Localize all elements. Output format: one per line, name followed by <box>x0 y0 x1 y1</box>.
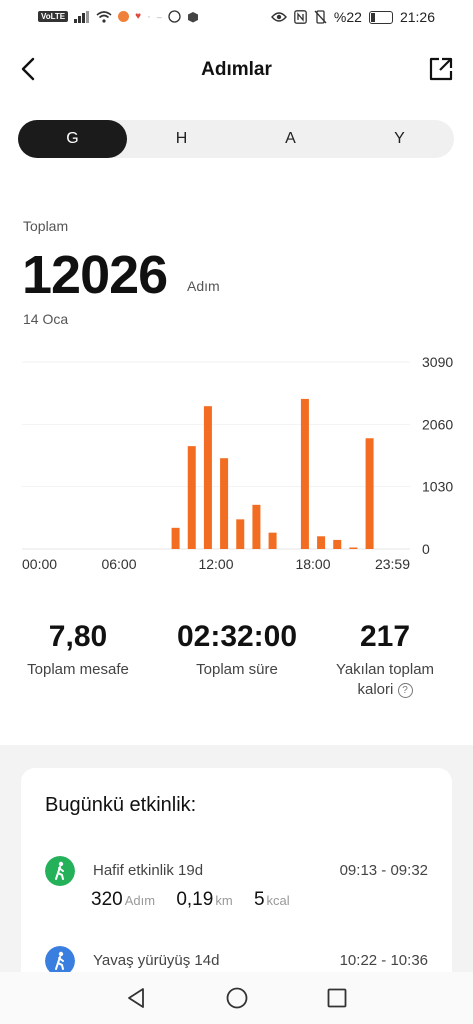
x-tick-label: 23:59 <box>375 556 410 572</box>
distance-label: Toplam mesafe <box>27 661 129 678</box>
total-steps-unit: Adım <box>187 278 220 294</box>
activity-time: 10:22 - 10:36 <box>339 952 428 969</box>
activity-title: Bugünkü etkinlik: <box>45 794 197 816</box>
total-steps-value: 12026 <box>22 245 168 305</box>
steps-bar-chart[interactable]: 3090 2060 1030 0 00:00 06:00 12:00 18:00 23:59 <box>0 340 473 590</box>
battery-icon <box>368 10 393 24</box>
activity-name: Hafif etkinlik 19d <box>93 862 204 879</box>
nav-recents-icon[interactable] <box>325 986 349 1010</box>
whatsapp-icon <box>168 10 181 23</box>
chart-bar <box>236 519 245 549</box>
activity-item[interactable]: Hafif etkinlik 19d 09:13 - 09:32 320 Adım… <box>21 856 452 926</box>
tab-year[interactable]: Y <box>345 120 454 158</box>
x-tick-label: 06:00 <box>101 556 136 572</box>
chart-bar <box>365 438 374 549</box>
volte-badge: VoLTE <box>38 11 69 22</box>
total-label: Toplam <box>23 218 69 234</box>
tab-week[interactable]: H <box>127 120 236 158</box>
stats-row: 7,80 Toplam mesafe 02:32:00 Toplam süre … <box>0 620 473 730</box>
activity-kcal-unit: kcal <box>266 893 290 908</box>
nav-home-icon[interactable] <box>225 986 249 1010</box>
x-tick-label: 00:00 <box>22 556 57 572</box>
chart-bar <box>171 527 180 549</box>
chart-bar <box>349 547 358 549</box>
stat-calories: 217 Yakılan toplam kalori ? <box>323 620 447 700</box>
tab-day[interactable]: G <box>18 120 127 158</box>
app-header: Adımlar <box>0 46 473 94</box>
activity-distance-unit: km <box>215 893 233 908</box>
page-title: Adımlar <box>201 59 272 80</box>
chart-bar <box>333 539 342 549</box>
heart-notification-icon: ♥ <box>135 11 142 22</box>
calories-label-line1: Yakılan toplam <box>335 661 435 678</box>
share-icon[interactable] <box>427 55 455 83</box>
dot-icon: · <box>147 10 151 23</box>
x-tick-label: 18:00 <box>295 556 330 572</box>
tab-month[interactable]: A <box>236 120 345 158</box>
walking-icon <box>45 856 75 886</box>
activity-steps-unit: Adım <box>124 893 156 908</box>
activity-kcal: 5 <box>253 889 265 910</box>
y-tick-label: 2060 <box>422 416 453 432</box>
activity-distance: 0,19 <box>176 889 214 910</box>
vibrate-off-icon <box>314 10 327 24</box>
duration-value: 02:32:00 <box>176 620 298 653</box>
chart-bar <box>220 458 229 549</box>
package-icon <box>187 11 198 22</box>
chart-bar <box>300 398 309 549</box>
chart-bar <box>252 504 261 549</box>
status-right: %22 21:26 <box>270 9 435 25</box>
selected-date: 14 Oca <box>23 311 69 327</box>
y-tick-label: 1030 <box>422 479 453 495</box>
battery-percent: %22 <box>333 9 362 25</box>
chart-bar <box>187 446 196 549</box>
wifi-icon <box>96 10 112 23</box>
status-bar: VoLTE ♥ · ‒ %22 21:26 <box>0 0 473 36</box>
dash-icon: ‒ <box>156 11 162 22</box>
stat-duration: 02:32:00 Toplam süre <box>160 620 314 680</box>
nfc-icon <box>294 10 307 24</box>
status-left: VoLTE ♥ · ‒ <box>38 10 199 23</box>
duration-label: Toplam süre <box>196 661 278 678</box>
calories-label: Yakılan toplam kalori ? <box>323 660 447 700</box>
x-tick-label: 12:00 <box>198 556 233 572</box>
chart-bar <box>268 532 277 549</box>
calories-value: 217 <box>359 620 411 653</box>
activity-name: Yavaş yürüyüş 14d <box>93 952 220 969</box>
system-nav-bar <box>0 972 473 1024</box>
stat-distance: 7,80 Toplam mesafe <box>18 620 138 680</box>
activity-values: 320 Adım 0,19 km 5 kcal <box>91 889 306 911</box>
app-notification-icon <box>118 11 130 22</box>
question-icon[interactable]: ? <box>397 682 413 698</box>
clock: 21:26 <box>399 9 435 25</box>
chart-bar <box>203 406 212 549</box>
chart-bar <box>317 536 326 549</box>
calories-label-line2: kalori <box>357 681 394 698</box>
period-tabs: G H A Y <box>18 120 454 158</box>
distance-value: 7,80 <box>48 620 108 653</box>
signal-icon <box>74 10 90 23</box>
main-panel: VoLTE ♥ · ‒ %22 21:26 Adımlar G H A Y To… <box>0 0 473 745</box>
activity-time: 09:13 - 09:32 <box>339 862 428 879</box>
y-tick-label: 0 <box>422 541 430 557</box>
nav-back-icon[interactable] <box>124 986 148 1010</box>
activity-steps: 320 <box>91 889 123 910</box>
y-tick-label: 3090 <box>422 354 453 370</box>
eye-icon <box>270 12 287 22</box>
